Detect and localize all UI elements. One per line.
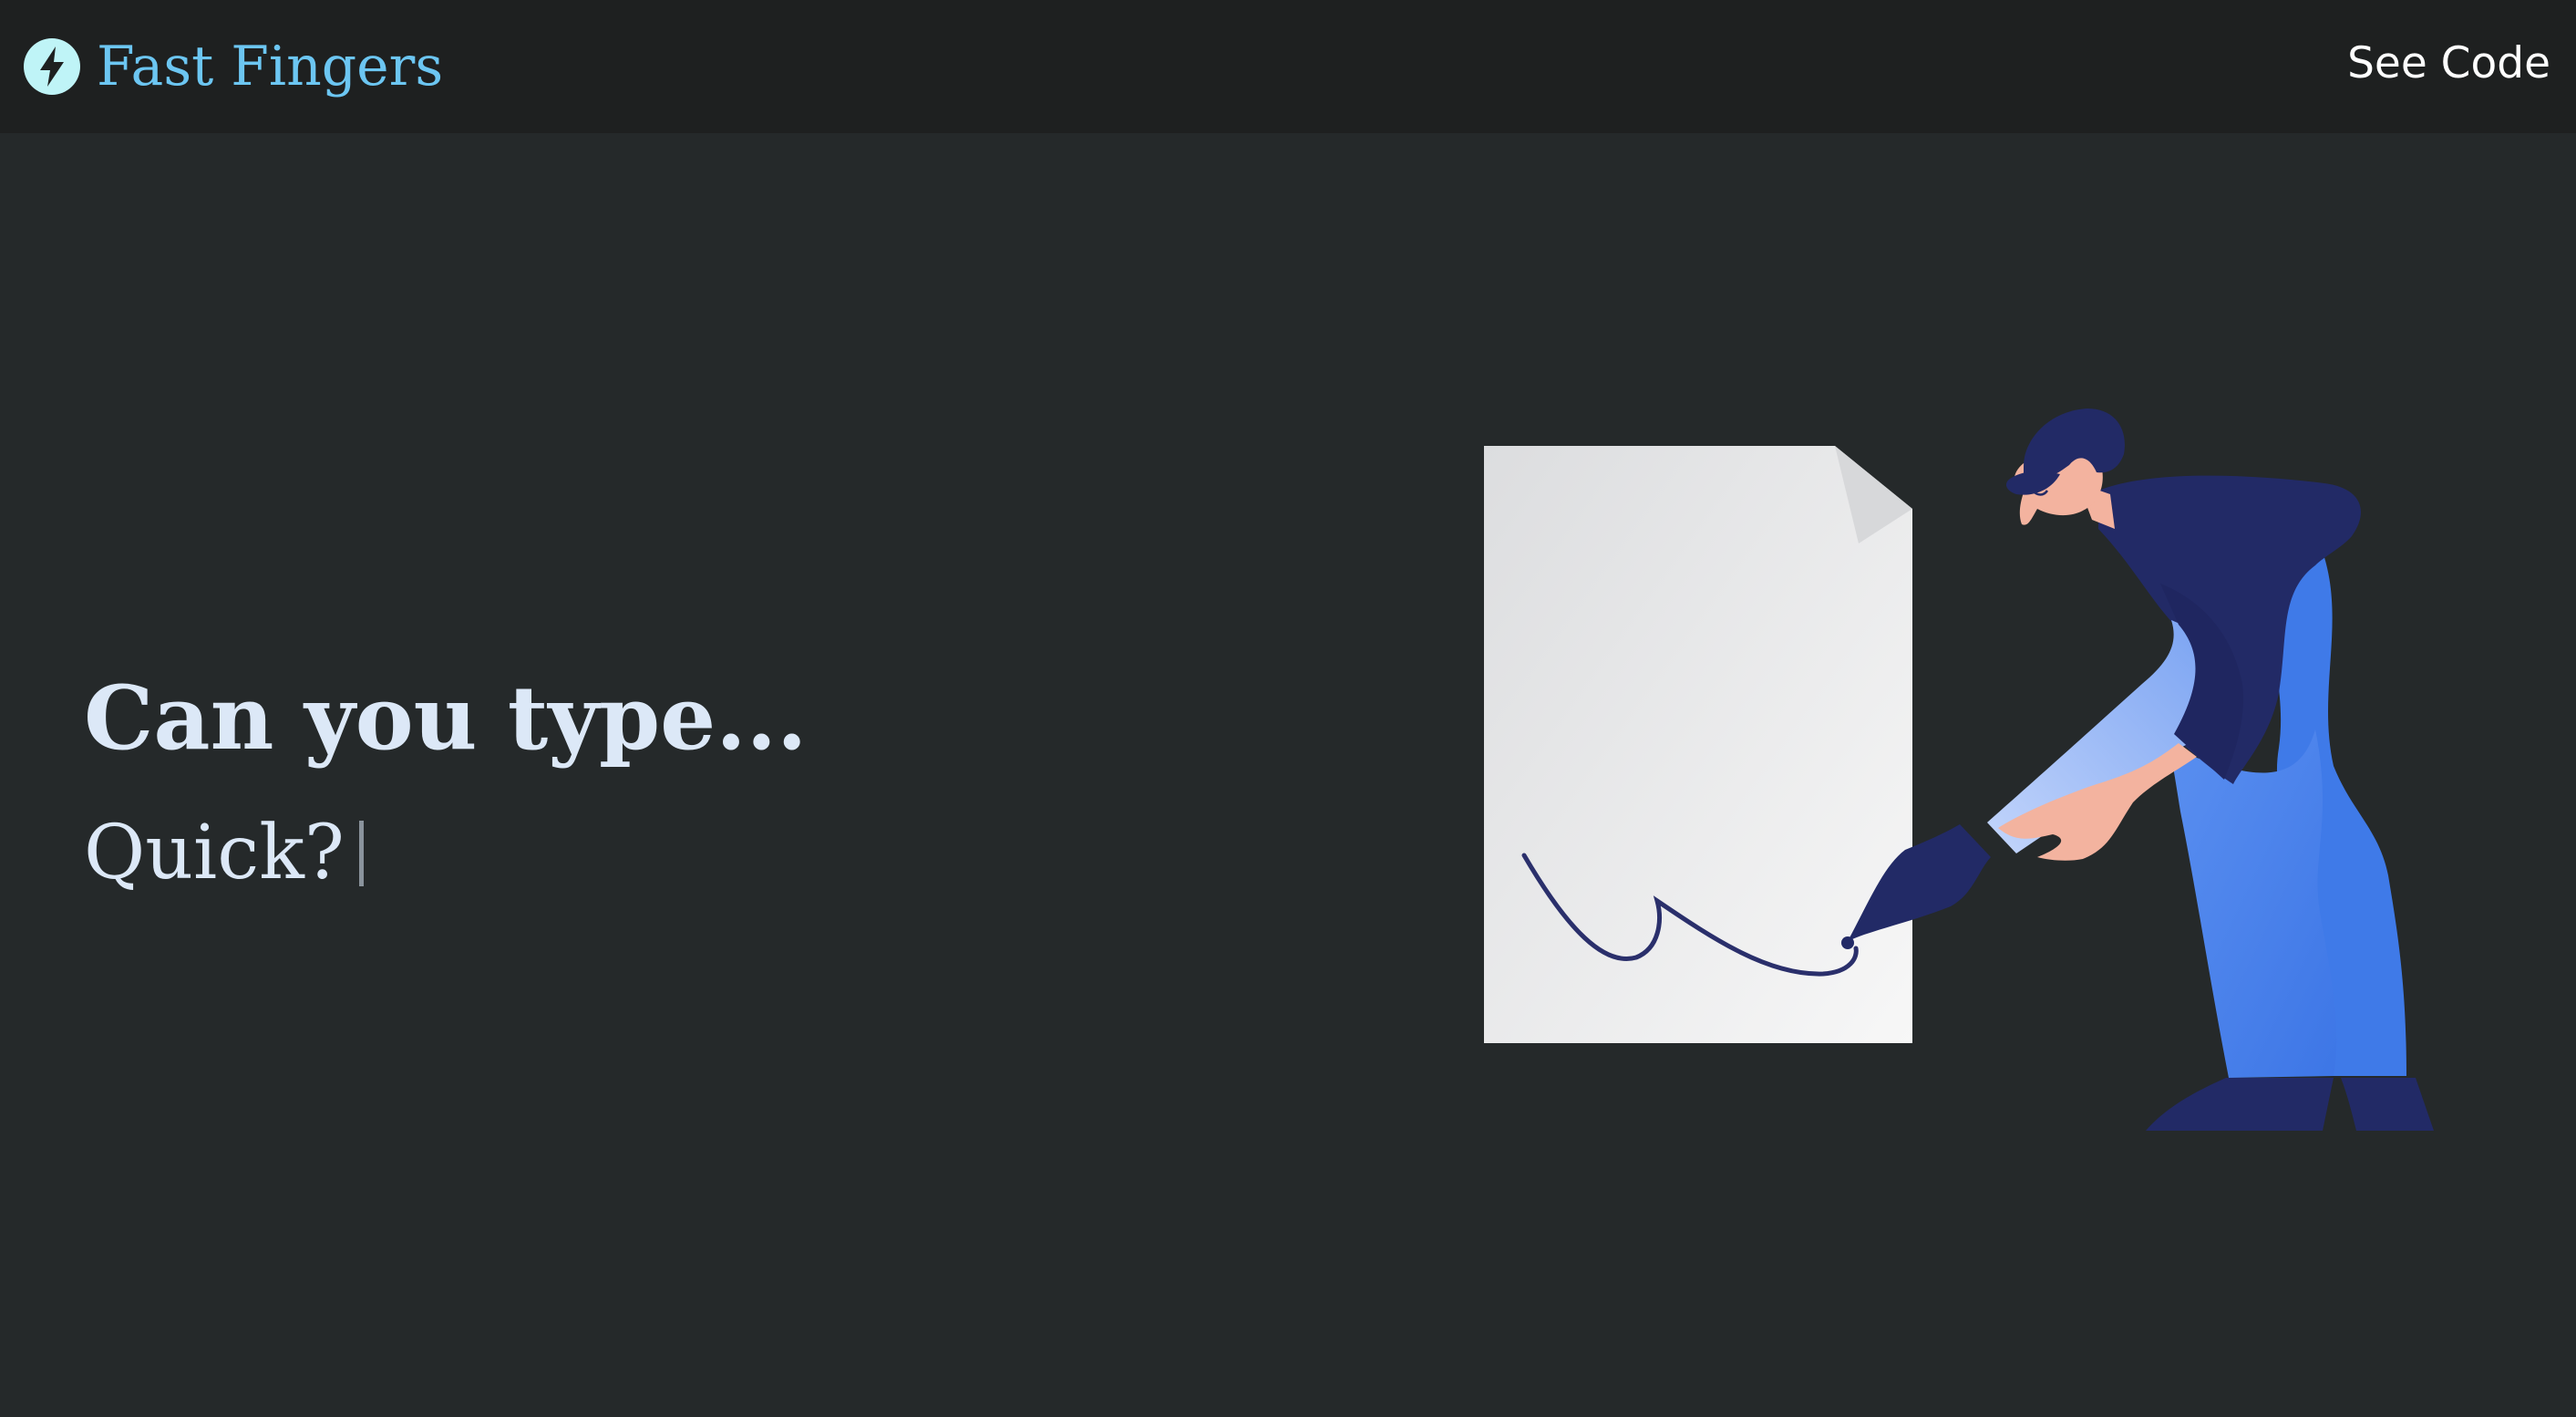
paper-sheet — [1484, 446, 1912, 1043]
person-shoe-front — [2146, 1078, 2334, 1131]
person-shoe-back — [2341, 1078, 2434, 1131]
top-navbar: Fast Fingers See Code — [0, 0, 2576, 133]
lightning-bolt-icon — [24, 38, 80, 95]
text-caret — [358, 821, 364, 886]
typed-text: Quick? — [84, 810, 345, 896]
hero-title: Can you type... — [84, 667, 808, 770]
brand-link[interactable]: Fast Fingers — [24, 34, 443, 99]
brand-name: Fast Fingers — [97, 35, 444, 98]
see-code-link[interactable]: See Code — [2347, 38, 2550, 89]
typed-line: Quick? — [84, 808, 364, 899]
person-front-leg — [2169, 729, 2337, 1078]
person-signing-document-illustration — [1484, 409, 2434, 1131]
